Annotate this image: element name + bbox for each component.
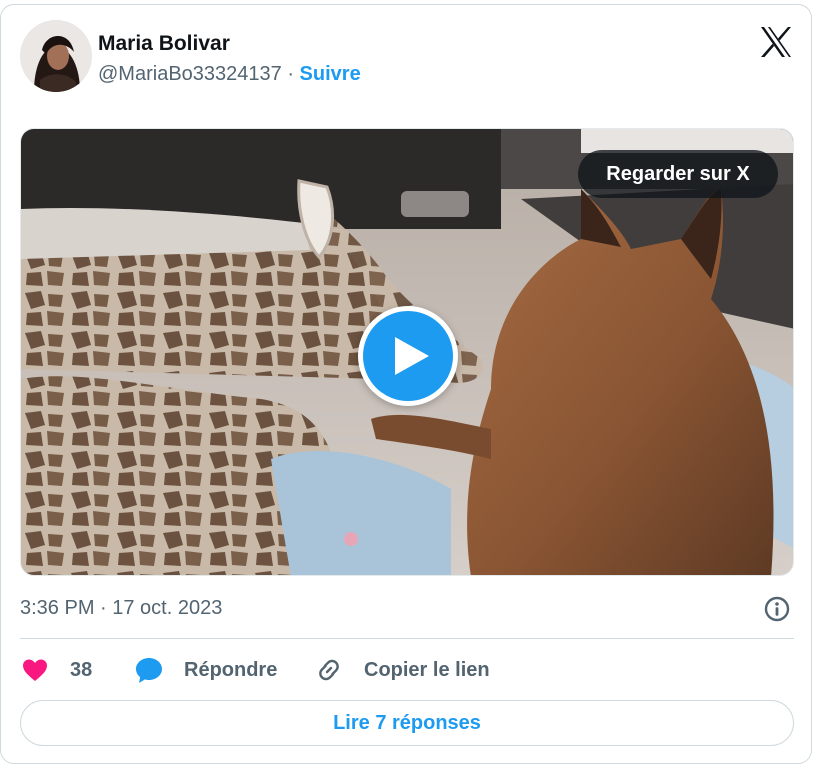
info-icon[interactable] — [764, 596, 790, 622]
like-count: 38 — [70, 658, 93, 681]
like-button[interactable]: 38 — [20, 652, 92, 688]
heart-icon — [20, 655, 50, 685]
avatar[interactable] — [20, 20, 92, 92]
copy-link-label: Copier le lien — [364, 658, 490, 681]
read-replies-button[interactable]: Lire 7 réponses — [20, 700, 794, 746]
tweet-timestamp[interactable]: 3:36 PM · 17 oct. 2023 — [20, 597, 222, 620]
author-handle-row: @MariaBo33324137 · Suivre — [98, 63, 361, 86]
follow-button[interactable]: Suivre — [300, 63, 361, 85]
copy-link-button[interactable]: Copier le lien — [314, 652, 490, 688]
handle-separator: · — [281, 63, 300, 85]
author-handle[interactable]: @MariaBo33324137 — [98, 63, 282, 85]
link-icon — [314, 655, 344, 685]
watch-on-x-badge[interactable]: Regarder sur X — [578, 150, 778, 198]
divider — [20, 638, 794, 639]
reply-button[interactable]: Répondre — [134, 652, 277, 688]
x-logo-icon[interactable] — [758, 24, 794, 60]
author-name[interactable]: Maria Bolivar — [98, 32, 230, 56]
play-icon — [395, 337, 429, 375]
play-button[interactable] — [358, 306, 458, 406]
reply-bubble-icon — [134, 655, 164, 685]
reply-label: Répondre — [184, 658, 278, 681]
